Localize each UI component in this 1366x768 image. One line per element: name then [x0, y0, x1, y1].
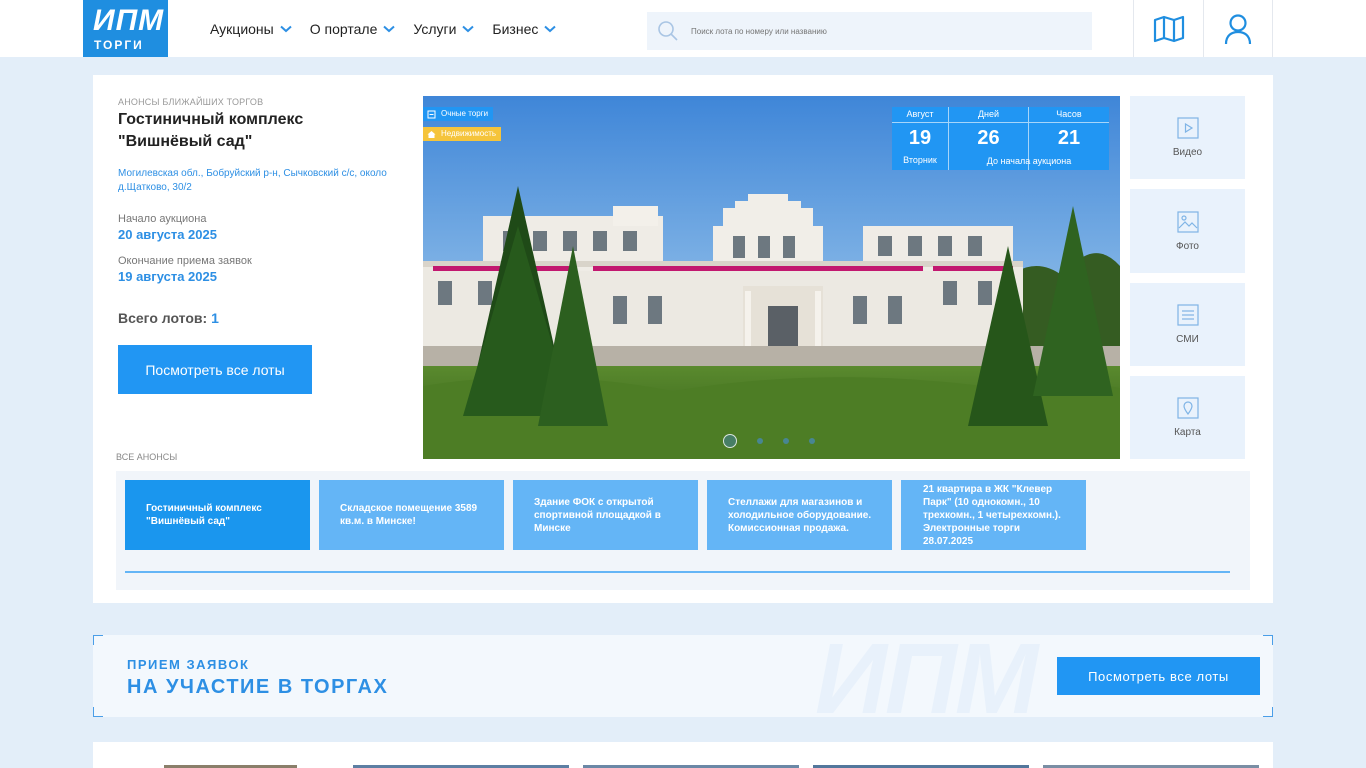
chevron-down-icon: [383, 25, 396, 32]
search-icon: [658, 21, 678, 41]
media-video-label: Видео: [1172, 147, 1203, 158]
chevron-down-icon: [544, 25, 557, 32]
announcement-title: Гостиничный комплекс "Вишнёвый сад": [146, 503, 262, 527]
slider-dot[interactable]: [757, 438, 763, 444]
end-date: 19 августа 2025: [118, 269, 217, 284]
end-label: Окончание приема заявок: [118, 255, 252, 267]
tag-auction-type: Очные торги: [423, 107, 494, 121]
map-icon: [1153, 15, 1184, 42]
photo-icon: [1176, 210, 1199, 233]
logo-mark: ИПМ: [93, 4, 165, 37]
media-photo-button[interactable]: Фото: [1130, 189, 1245, 273]
nav-services[interactable]: Услуги: [413, 20, 475, 37]
map-button[interactable]: [1133, 0, 1203, 57]
slider-dot[interactable]: [723, 434, 737, 448]
auction-icon: [427, 110, 436, 118]
banner-view-lots-button[interactable]: Посмотреть все лоты: [1057, 657, 1260, 695]
total-lots: Всего лотов: 1: [118, 310, 219, 326]
slider-dot[interactable]: [783, 438, 789, 444]
announcement-item[interactable]: Складское помещение 3589 кв.м. в Минске!: [319, 480, 504, 550]
chevron-down-icon: [280, 25, 292, 32]
nav-services-label: Услуги: [413, 20, 457, 37]
countdown-month: Август: [892, 107, 948, 123]
countdown-hours-value: 21: [1057, 127, 1081, 149]
document-icon: [1176, 304, 1199, 326]
countdown-day: 19: [908, 127, 932, 149]
corner-decoration: [1263, 635, 1273, 645]
countdown-days-value: 26: [977, 127, 1000, 149]
applications-banner: ИПМ ПРИЕМ ЗАЯВОК НА УЧАСТИЕ В ТОРГАХ Пос…: [93, 635, 1273, 717]
announcement-item[interactable]: Гостиничный комплекс "Вишнёвый сад": [125, 480, 310, 550]
announcement-title: 21 квартира в ЖК "Клевер Парк" (10 однок…: [923, 483, 1061, 547]
announcement-item[interactable]: 21 квартира в ЖК "Клевер Парк" (10 однок…: [901, 480, 1086, 550]
total-lots-value: 1: [211, 310, 219, 326]
announcement-item[interactable]: Здание ФОК с открытой спортивной площадк…: [513, 480, 698, 550]
tag-category: Недвижимость: [423, 127, 502, 141]
search-input[interactable]: [691, 12, 1081, 50]
media-press-label: СМИ: [1176, 334, 1199, 345]
media-press-button[interactable]: СМИ: [1130, 283, 1245, 366]
media-photo-label: Фото: [1176, 240, 1199, 252]
chevron-down-icon: [462, 25, 475, 32]
slider-dots: [723, 434, 815, 448]
countdown-weekday: Вторник: [903, 155, 937, 165]
lot-photo-slider[interactable]: Очные торги Недвижимость Август 19 Вторн…: [423, 96, 1120, 459]
banner-kicker: ПРИЕМ ЗАЯВОК: [127, 657, 250, 672]
home-icon: [427, 130, 436, 138]
user-icon: [1224, 13, 1252, 44]
corner-decoration: [1263, 707, 1273, 717]
banner-title: НА УЧАСТИЕ В ТОРГАХ: [127, 676, 389, 698]
map-pin-icon: [1176, 397, 1199, 419]
nav-business[interactable]: Бизнес: [492, 20, 557, 37]
user-button[interactable]: [1203, 0, 1273, 57]
logo[interactable]: ИПМ ТОРГИ: [83, 0, 168, 57]
corner-decoration: [93, 707, 103, 717]
slider-dot[interactable]: [809, 438, 815, 444]
auction-countdown: Август 19 Вторник Дней 26 Часов 21 До на…: [892, 107, 1109, 170]
all-announcements-label[interactable]: Все анонсы: [116, 452, 177, 462]
nav-about-label: О портале: [309, 20, 378, 37]
media-map-button[interactable]: Карта: [1130, 376, 1245, 459]
lot-address: Могилевская обл., Бобруйский р-н, Сычков…: [118, 168, 387, 193]
header: ИПМ ТОРГИ Аукционы О портале Услуги Бизн…: [0, 0, 1366, 57]
banner-watermark: ИПМ: [815, 635, 1038, 717]
countdown-date: Август 19 Вторник: [892, 107, 949, 170]
nav-about[interactable]: О портале: [310, 21, 396, 37]
countdown-footer: До начала аукциона: [986, 156, 1072, 166]
announcement-title: Здание ФОК с открытой спортивной площадк…: [534, 496, 661, 534]
countdown-days-label: Дней: [949, 107, 1028, 123]
nav-auctions[interactable]: Аукционы: [210, 21, 292, 37]
lot-title[interactable]: Гостиничный комплекс "Вишнёвый сад": [118, 109, 358, 153]
announcement-item[interactable]: Стеллажи для магазинов и холодильное обо…: [707, 480, 892, 550]
search-box: [647, 12, 1092, 50]
carousel-scrollbar[interactable]: [125, 571, 1230, 573]
announcements-carousel: Гостиничный комплекс "Вишнёвый сад" Скла…: [116, 471, 1250, 590]
tag-auction-type-label: Очные торги: [441, 109, 489, 118]
start-date: 20 августа 2025: [118, 227, 217, 242]
lots-preview-strip: [93, 742, 1273, 768]
nav-auctions-label: Аукционы: [210, 20, 274, 37]
total-lots-label: Всего лотов:: [118, 310, 208, 326]
media-video-button[interactable]: Видео: [1130, 96, 1245, 179]
section-kicker: Анонсы ближайших торгов: [118, 97, 264, 107]
view-all-lots-button[interactable]: Посмотреть все лоты: [118, 345, 312, 394]
nav-business-label: Бизнес: [492, 20, 539, 37]
logo-text: ТОРГИ: [94, 38, 144, 52]
main-nav: Аукционы О портале Услуги Бизнес: [210, 0, 557, 57]
corner-decoration: [93, 635, 103, 645]
tag-category-label: Недвижимость: [441, 129, 497, 138]
announcement-title: Стеллажи для магазинов и холодильное обо…: [728, 496, 872, 534]
media-map-label: Карта: [1174, 427, 1201, 438]
start-label: Начало аукциона: [118, 213, 207, 225]
play-icon: [1176, 117, 1199, 139]
announcement-title: Складское помещение 3589 кв.м. в Минске!: [340, 503, 478, 527]
announcement-card: Анонсы ближайших торгов Гостиничный комп…: [93, 75, 1273, 603]
countdown-hours-label: Часов: [1029, 107, 1109, 123]
